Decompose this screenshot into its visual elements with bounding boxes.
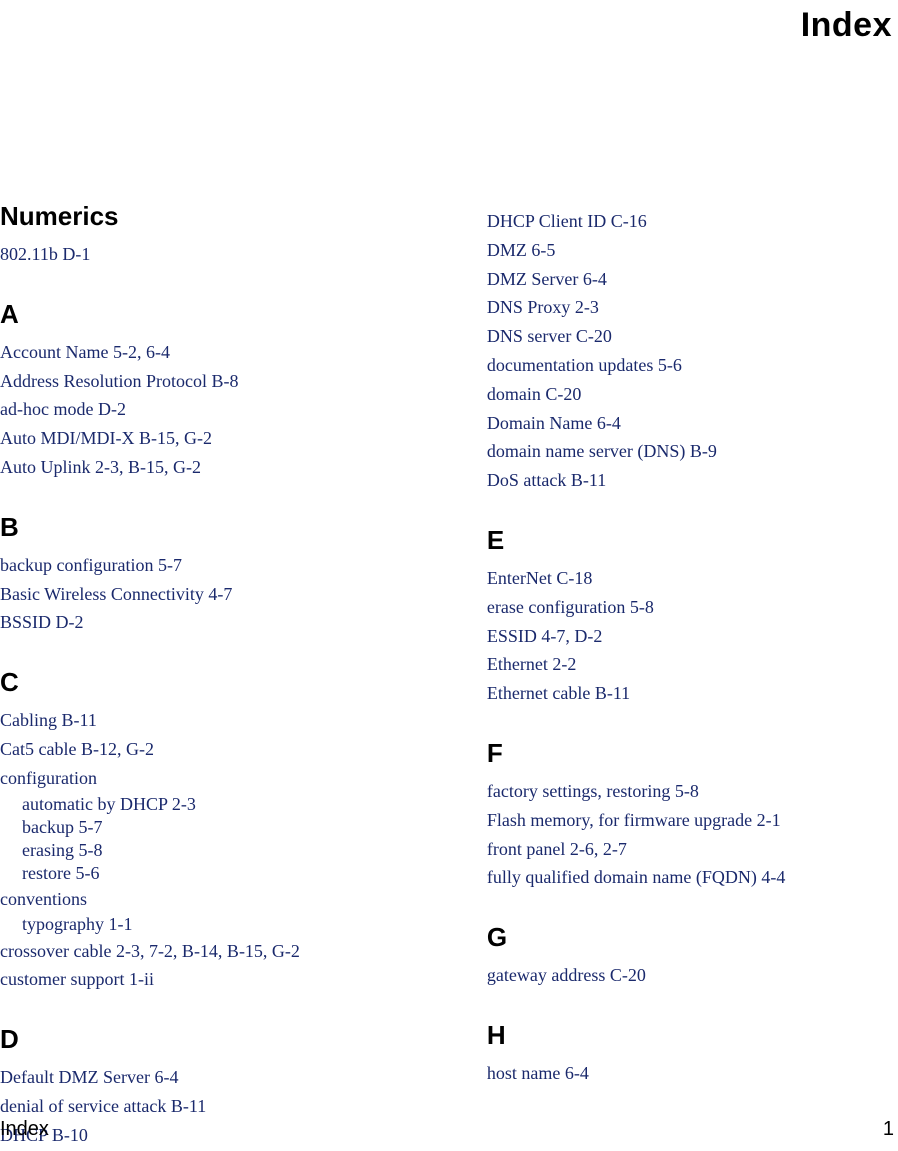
index-entry[interactable]: DNS server C-20 — [487, 322, 894, 351]
index-entry[interactable]: configuration — [0, 764, 487, 793]
footer-page-number: 1 — [883, 1118, 894, 1141]
index-entry[interactable]: 802.11b D-1 — [0, 240, 487, 269]
index-entry[interactable]: Account Name 5-2, 6-4 — [0, 338, 487, 367]
index-entry[interactable]: conventions — [0, 885, 487, 914]
index-entry[interactable]: gateway address C-20 — [487, 961, 894, 990]
index-entry[interactable]: DMZ 6-5 — [487, 236, 894, 265]
index-subentry[interactable]: automatic by DHCP 2-3 — [22, 793, 487, 816]
section-b: B — [0, 512, 487, 543]
section-d: D — [0, 1024, 487, 1055]
index-entry[interactable]: domain name server (DNS) B-9 — [487, 437, 894, 466]
page-footer: Index 1 — [0, 1118, 894, 1141]
sub-entries: automatic by DHCP 2-3 backup 5-7 erasing… — [0, 793, 487, 885]
section-e: E — [487, 525, 894, 556]
index-entry[interactable]: Ethernet 2-2 — [487, 650, 894, 679]
section-g: G — [487, 922, 894, 953]
page: Index Numerics 802.11b D-1 A Account Nam… — [0, 0, 898, 1151]
index-entry[interactable]: Domain Name 6-4 — [487, 409, 894, 438]
index-entry[interactable]: Default DMZ Server 6-4 — [0, 1063, 487, 1092]
index-subentry[interactable]: backup 5-7 — [22, 816, 487, 839]
page-title: Index — [0, 6, 894, 45]
index-entry[interactable]: Basic Wireless Connectivity 4-7 — [0, 580, 487, 609]
index-entry[interactable]: ad-hoc mode D-2 — [0, 395, 487, 424]
index-subentry[interactable]: erasing 5-8 — [22, 839, 487, 862]
index-entry[interactable]: front panel 2-6, 2-7 — [487, 835, 894, 864]
index-entry[interactable]: documentation updates 5-6 — [487, 351, 894, 380]
index-entry[interactable]: host name 6-4 — [487, 1059, 894, 1088]
index-entry[interactable]: Flash memory, for firmware upgrade 2-1 — [487, 806, 894, 835]
index-columns: Numerics 802.11b D-1 A Account Name 5-2,… — [0, 201, 894, 1150]
index-entry[interactable]: Cat5 cable B-12, G-2 — [0, 735, 487, 764]
index-entry[interactable]: DHCP Client ID C-16 — [487, 207, 894, 236]
index-subentry[interactable]: typography 1-1 — [22, 913, 487, 936]
section-f: F — [487, 738, 894, 769]
index-entry[interactable]: EnterNet C-18 — [487, 564, 894, 593]
index-entry[interactable]: domain C-20 — [487, 380, 894, 409]
right-column: DHCP Client ID C-16 DMZ 6-5 DMZ Server 6… — [487, 201, 894, 1150]
index-entry[interactable]: Cabling B-11 — [0, 706, 487, 735]
index-entry[interactable]: DMZ Server 6-4 — [487, 265, 894, 294]
section-numerics: Numerics — [0, 201, 487, 232]
section-h: H — [487, 1020, 894, 1051]
index-subentry[interactable]: restore 5-6 — [22, 862, 487, 885]
sub-entries: typography 1-1 — [0, 913, 487, 936]
index-entry[interactable]: DoS attack B-11 — [487, 466, 894, 495]
section-c: C — [0, 667, 487, 698]
index-entry[interactable]: factory settings, restoring 5-8 — [487, 777, 894, 806]
left-column: Numerics 802.11b D-1 A Account Name 5-2,… — [0, 201, 487, 1150]
index-entry[interactable]: Auto MDI/MDI-X B-15, G-2 — [0, 424, 487, 453]
section-a: A — [0, 299, 487, 330]
footer-label: Index — [0, 1118, 49, 1141]
index-entry[interactable]: crossover cable 2-3, 7-2, B-14, B-15, G-… — [0, 937, 487, 966]
index-entry[interactable]: erase configuration 5-8 — [487, 593, 894, 622]
index-entry[interactable]: BSSID D-2 — [0, 608, 487, 637]
index-entry[interactable]: Address Resolution Protocol B-8 — [0, 367, 487, 396]
index-entry[interactable]: ESSID 4-7, D-2 — [487, 622, 894, 651]
index-entry[interactable]: customer support 1-ii — [0, 965, 487, 994]
index-entry[interactable]: denial of service attack B-11 — [0, 1092, 487, 1121]
index-entry[interactable]: Ethernet cable B-11 — [487, 679, 894, 708]
index-entry[interactable]: Auto Uplink 2-3, B-15, G-2 — [0, 453, 487, 482]
index-entry[interactable]: DNS Proxy 2-3 — [487, 293, 894, 322]
index-entry[interactable]: backup configuration 5-7 — [0, 551, 487, 580]
index-entry[interactable]: fully qualified domain name (FQDN) 4-4 — [487, 863, 894, 892]
